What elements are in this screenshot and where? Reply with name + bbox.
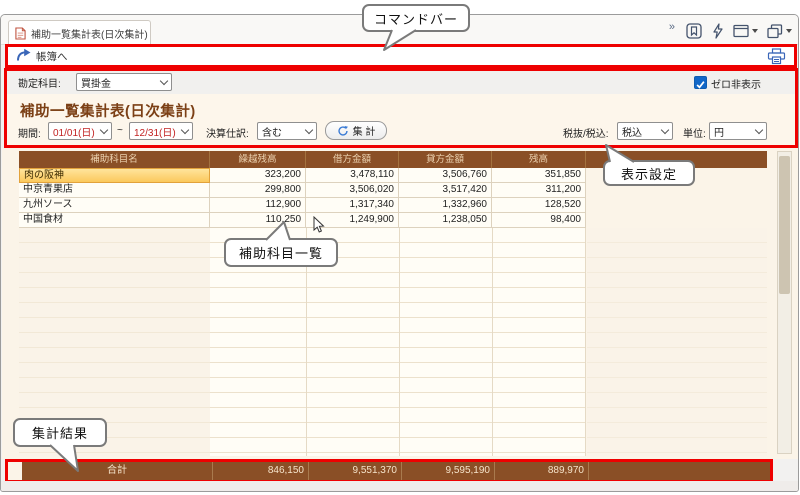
balance-cell[interactable]: 351,850 — [492, 168, 586, 183]
closing-entries-label: 決算仕訳: — [206, 125, 249, 140]
debit-cell[interactable]: 1,317,340 — [306, 198, 399, 213]
zero-hide-label: ゼロ非表示 — [711, 76, 761, 91]
credit-cell[interactable]: 3,506,760 — [399, 168, 492, 183]
chevron-down-icon — [305, 125, 313, 133]
period-separator: ~ — [117, 125, 123, 136]
overflow-chevron-icon[interactable]: » — [669, 21, 675, 33]
callout-tail — [256, 220, 298, 242]
balance-cell[interactable]: 98,400 — [492, 213, 586, 228]
report-title: 補助一覧集計表(日次集計) — [20, 100, 196, 121]
period-from-select[interactable]: 01/01(日) — [48, 122, 112, 140]
total-empty-cell — [589, 462, 770, 480]
to-ledger-label: 帳簿へ — [36, 49, 68, 64]
document-icon — [15, 27, 26, 40]
subaccount-name-cell[interactable]: 九州ソース — [19, 198, 210, 213]
to-ledger-button[interactable]: 帳簿へ — [16, 48, 68, 65]
chevron-down-icon — [752, 29, 758, 33]
chevron-down-icon — [100, 125, 108, 133]
callout-tail — [370, 28, 420, 54]
refresh-icon — [337, 125, 349, 137]
tax-mode-select[interactable]: 税込 — [617, 122, 673, 140]
balance-cell[interactable]: 311,200 — [492, 183, 586, 198]
subaccount-name-cell[interactable]: 肉の阪神 — [19, 168, 210, 183]
account-filter-row: 勘定科目: 買掛金 ゼロ非表示 — [7, 71, 795, 94]
window-toolbar: » — [669, 19, 792, 43]
opening-cell[interactable]: 112,900 — [210, 198, 306, 213]
mouse-cursor — [313, 216, 325, 234]
report-controls: 期間: 01/01(日) ~ 12/31(日) 決算仕訳: 含む 集 計 税抜/… — [7, 121, 795, 141]
chevron-down-icon — [786, 29, 792, 33]
column-header-name: 補助科目名 — [19, 151, 210, 168]
lightning-icon[interactable] — [711, 23, 724, 39]
jump-arrow-icon — [16, 48, 32, 65]
total-row: 合計 846,150 9,551,370 9,595,190 889,970 — [22, 462, 770, 480]
account-label: 勘定科目: — [18, 75, 61, 90]
tab-subaccount-summary[interactable]: 補助一覧集計表(日次集計) — [8, 20, 151, 45]
callout-tail — [40, 443, 86, 475]
screenshot-stage: 補助一覧集計表(日次集計) » — [0, 0, 800, 495]
tab-label: 補助一覧集計表(日次集計) — [31, 26, 148, 41]
debit-cell[interactable]: 3,506,020 — [306, 183, 399, 198]
opening-cell[interactable]: 323,200 — [210, 168, 306, 183]
chevron-down-icon — [661, 125, 669, 133]
print-icon[interactable] — [767, 48, 786, 70]
credit-cell[interactable]: 1,332,960 — [399, 198, 492, 213]
balance-cell[interactable]: 128,520 — [492, 198, 586, 213]
closing-entries-select[interactable]: 含む — [257, 122, 317, 140]
opening-cell[interactable]: 299,800 — [210, 183, 306, 198]
window-icon[interactable] — [733, 24, 758, 38]
stacked-windows-icon[interactable] — [767, 24, 792, 39]
subaccount-name-cell[interactable]: 中国食材 — [19, 213, 210, 228]
status-strip — [1, 481, 798, 491]
period-label: 期間: — [18, 125, 41, 140]
credit-cell[interactable]: 3,517,420 — [399, 183, 492, 198]
tax-mode-label: 税抜/税込: — [563, 125, 609, 140]
column-header-balance: 残高 — [492, 151, 586, 168]
total-credit-cell: 9,595,190 — [402, 462, 495, 480]
chevron-down-icon — [755, 125, 763, 133]
total-opening-cell: 846,150 — [213, 462, 309, 480]
account-select[interactable]: 買掛金 — [76, 73, 172, 91]
chevron-down-icon — [181, 125, 189, 133]
unit-select[interactable]: 円 — [709, 122, 767, 140]
vertical-scrollbar[interactable] — [777, 151, 792, 454]
unit-label: 単位: — [683, 125, 706, 140]
app-window: 補助一覧集計表(日次集計) » — [0, 14, 799, 492]
display-settings-frame: 勘定科目: 買掛金 ゼロ非表示 補助一覧集計表(日次集計) 期間: 01/01(… — [4, 68, 798, 148]
period-to-select[interactable]: 12/31(日) — [129, 122, 193, 140]
column-header-debit: 借方金額 — [306, 151, 399, 168]
debit-cell[interactable]: 3,478,110 — [306, 168, 399, 183]
total-result-frame: 合計 846,150 9,551,370 9,595,190 889,970 — [5, 459, 773, 483]
column-header-credit: 貸方金額 — [399, 151, 492, 168]
chevron-down-icon — [160, 76, 168, 84]
callout-tail — [600, 143, 640, 164]
grid-empty-right — [587, 228, 767, 456]
aggregate-button[interactable]: 集 計 — [325, 121, 387, 140]
credit-cell[interactable]: 1,238,050 — [399, 213, 492, 228]
scrollbar-thumb[interactable] — [779, 156, 790, 294]
column-header-opening: 繰越残高 — [210, 151, 306, 168]
report-table-area: 補助科目名 繰越残高 借方金額 貸方金額 残高 肉の阪神 323,200 3,4… — [2, 148, 798, 459]
zero-hide-checkbox[interactable] — [694, 76, 707, 89]
total-balance-cell: 889,970 — [495, 462, 589, 480]
total-debit-cell: 9,551,370 — [309, 462, 402, 480]
callout-subaccount-list: 補助科目一覧 — [224, 238, 338, 267]
subaccount-name-cell[interactable]: 中京青果店 — [19, 183, 210, 198]
bookmark-icon[interactable] — [686, 23, 702, 39]
